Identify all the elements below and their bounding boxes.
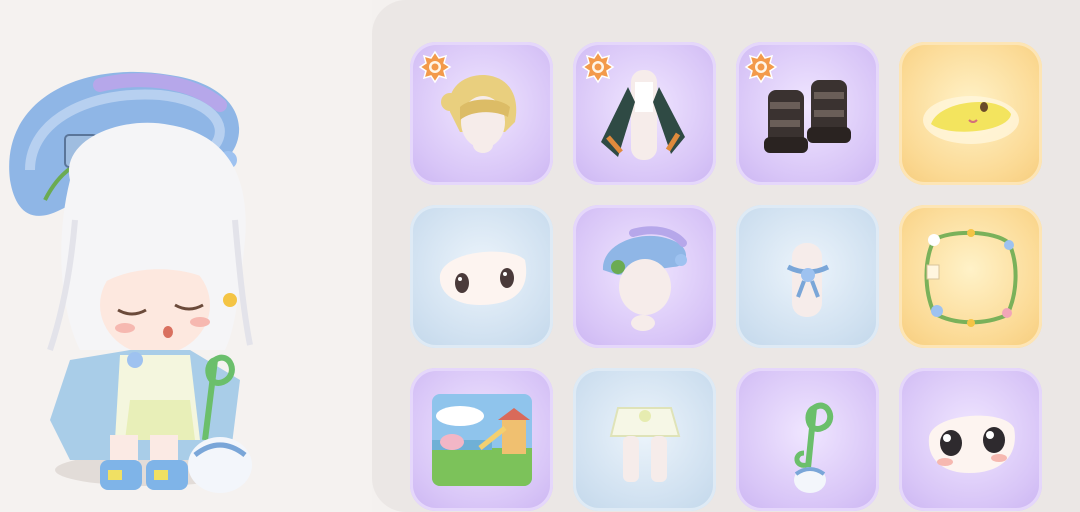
small-eyes-icon <box>439 251 527 305</box>
bow-necklace-icon <box>786 243 830 317</box>
sleepy-face-icon <box>923 96 1019 144</box>
item-slot-hair[interactable] <box>410 42 553 185</box>
item-slot-boots[interactable] <box>736 42 879 185</box>
jacket-outfit-icon <box>601 70 685 160</box>
item-slot-eyes[interactable] <box>410 205 553 348</box>
black-boots-icon <box>764 80 851 153</box>
flower-frame-icon <box>924 229 1018 327</box>
item-slot-handheld[interactable] <box>736 368 879 511</box>
inventory-panel <box>372 0 1080 512</box>
item-slot-hat[interactable] <box>573 205 716 348</box>
item-slot-eyes-2[interactable] <box>899 368 1042 511</box>
blue-beret-icon <box>602 226 687 331</box>
chibi-character-avatar <box>9 71 253 493</box>
playground-scene-icon <box>432 394 532 486</box>
music-note-wand-icon <box>794 402 834 493</box>
item-slot-background[interactable] <box>410 368 553 511</box>
item-slot-frame[interactable] <box>899 205 1042 348</box>
character-preview-pane <box>0 0 372 512</box>
blonde-hair-icon <box>441 74 517 153</box>
item-slot-outfit[interactable] <box>573 42 716 185</box>
white-skirt-icon <box>609 407 681 482</box>
big-eyes-icon <box>928 415 1015 473</box>
item-slot-skirt[interactable] <box>573 368 716 511</box>
item-slot-necklace[interactable] <box>736 205 879 348</box>
item-slot-expression[interactable] <box>899 42 1042 185</box>
